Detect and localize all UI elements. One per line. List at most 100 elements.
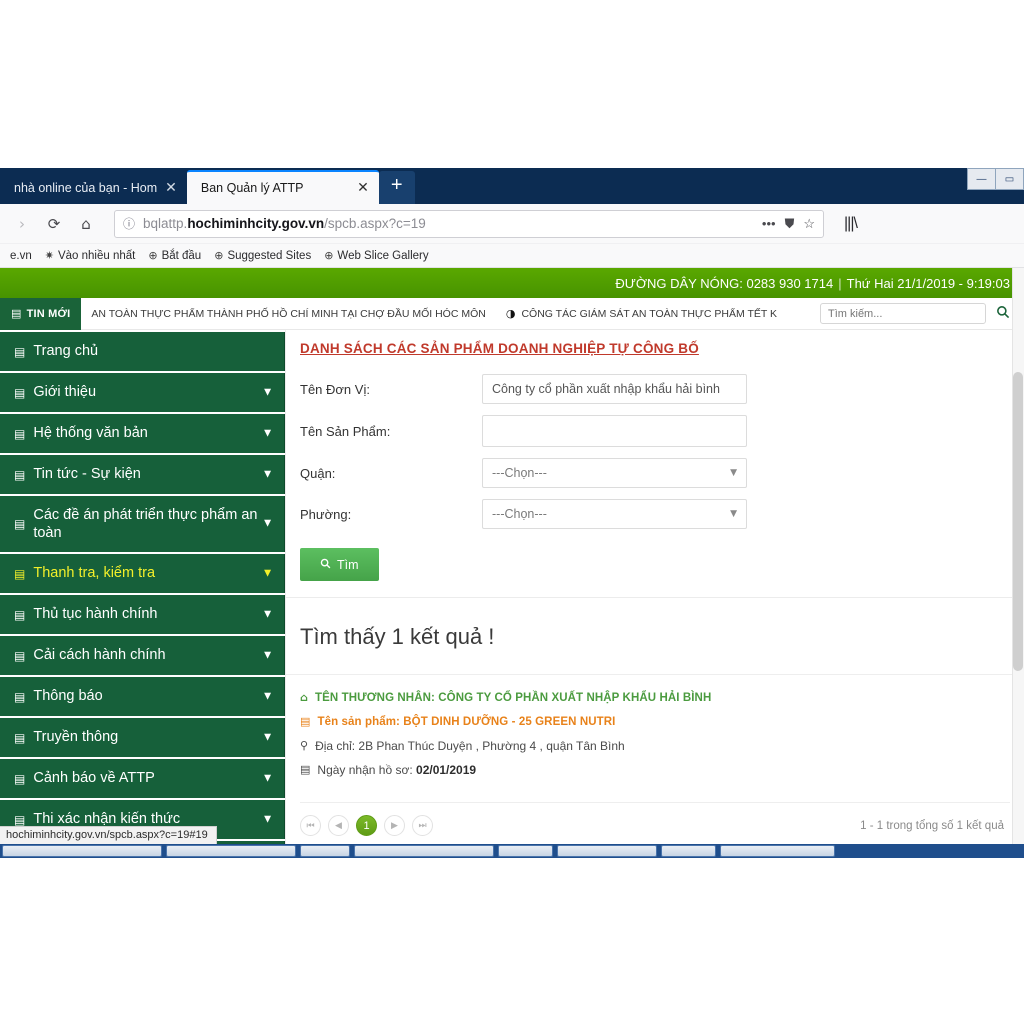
list-icon: ▤	[14, 467, 26, 482]
sidebar-item-label: Tin tức - Sự kiện	[33, 466, 141, 483]
sidebar-item-cai-cach-hanh-chinh[interactable]: ▤ Cải cách hành chính ▼	[0, 636, 285, 675]
unit-input[interactable]	[482, 374, 747, 404]
news-ticker-bar: ▤ TIN MỚI AN TOÀN THỰC PHẨM THÀNH PHỐ HỒ…	[0, 297, 1024, 330]
hotline-separator: |	[838, 275, 842, 291]
browser-tab-strip: nhà online của bạn - Hom ✕ Ban Quản lý A…	[0, 168, 1024, 204]
pagination-info: 1 - 1 trong tổng số 1 kết quả	[860, 819, 1004, 832]
sidebar-item-thong-bao[interactable]: ▤ Thông báo ▼	[0, 677, 285, 716]
browser-tab-inactive[interactable]: nhà online của bạn - Hom ✕	[0, 171, 187, 204]
search-submit-button[interactable]: Tìm	[300, 548, 379, 581]
page-scrollbar-thumb[interactable]	[1013, 371, 1023, 672]
pagination-next[interactable]: ▶	[384, 815, 405, 837]
library-icon[interactable]: |||\	[844, 215, 858, 233]
page-title[interactable]: DANH SÁCH CÁC SẢN PHẨM DOANH NGHIỆP TỰ C…	[300, 341, 699, 356]
bookmark-label: Vào nhiều nhất	[57, 249, 136, 262]
pagination-first[interactable]: ⏮	[300, 815, 321, 837]
bookmark-item-most-visited[interactable]: ✷ Vào nhiều nhất	[45, 249, 136, 262]
news-badge[interactable]: ▤ TIN MỚI	[0, 297, 82, 330]
search-form-section: DANH SÁCH CÁC SẢN PHẨM DOANH NGHIỆP TỰ C…	[286, 330, 1024, 597]
forward-arrow-icon[interactable]: ›	[8, 210, 36, 238]
chevron-down-icon: ▼	[264, 427, 271, 438]
calendar-icon: ▤	[300, 763, 311, 777]
product-input[interactable]	[482, 415, 747, 447]
main-content: DANH SÁCH CÁC SẢN PHẨM DOANH NGHIỆP TỰ C…	[285, 330, 1024, 844]
minimize-button[interactable]: —	[967, 168, 996, 190]
close-icon[interactable]: ✕	[165, 181, 177, 195]
home-icon[interactable]: ⌂	[72, 210, 100, 238]
taskbar-item[interactable]	[2, 845, 162, 857]
search-icon[interactable]	[996, 305, 1010, 323]
sidebar-item-trang-chu[interactable]: ▤ Trang chủ	[0, 332, 285, 371]
close-icon[interactable]: ✕	[357, 181, 369, 195]
address-bar[interactable]: ⓘ bqlattp.hochiminhcity.gov.vn/spcb.aspx…	[114, 209, 824, 238]
bookmark-item[interactable]: e.vn	[6, 250, 32, 262]
ticker-headline-text: AN TOÀN THỰC PHẨM THÀNH PHỐ HỒ CHÍ MINH …	[91, 307, 486, 320]
maximize-button[interactable]: ▭	[995, 168, 1024, 190]
reload-icon[interactable]: ⟳	[40, 210, 68, 238]
list-icon: ▤	[14, 648, 26, 663]
windows-taskbar	[0, 844, 1024, 858]
taskbar-item[interactable]	[498, 845, 553, 857]
taskbar-item[interactable]	[720, 845, 835, 857]
taskbar-item[interactable]	[300, 845, 350, 857]
bookmark-item-getting-started[interactable]: ⊕ Bắt đầu	[148, 249, 201, 262]
chevron-down-icon: ▼	[730, 509, 737, 519]
bookmark-item-web-slice-gallery[interactable]: ⊕ Web Slice Gallery	[324, 249, 428, 262]
shield-icon[interactable]: ⛊	[785, 216, 795, 232]
taskbar-item[interactable]	[661, 845, 716, 857]
site-info-icon[interactable]: ⓘ	[123, 215, 135, 232]
list-icon: ▤	[14, 607, 26, 622]
bookmark-label: e.vn	[10, 249, 32, 262]
ticker-headline-1[interactable]: AN TOÀN THỰC PHẨM THÀNH PHỐ HỒ CHÍ MINH …	[81, 308, 495, 320]
sidebar-item-he-thong-van-ban[interactable]: ▤ Hệ thống văn bản ▼	[0, 414, 285, 453]
chevron-down-icon: ▼	[264, 468, 271, 479]
taskbar-item[interactable]	[557, 845, 657, 857]
browser-tab-active[interactable]: Ban Quản lý ATTP ✕	[186, 170, 379, 204]
ticker-headline-text: CÔNG TÁC GIÁM SÁT AN TOÀN THỰC PHẨM TẾT …	[521, 307, 778, 320]
sidebar-item-gioi-thieu[interactable]: ▤ Giới thiệu ▼	[0, 373, 285, 412]
search-submit-label: Tìm	[337, 557, 359, 572]
pagination-prev[interactable]: ◀	[328, 815, 349, 837]
sidebar-item-label: Thông báo	[33, 688, 103, 705]
ticker-headline-2[interactable]: ◑ CÔNG TÁC GIÁM SÁT AN TOÀN THỰC PHẨM TẾ…	[496, 307, 787, 320]
bookmark-star-icon[interactable]: ☆	[803, 216, 815, 232]
search-input[interactable]	[820, 303, 986, 324]
ward-select[interactable]: ---Chọn--- ▼	[482, 499, 747, 529]
result-address: ⚲ Địa chỉ: 2B Phan Thúc Duyện , Phường 4…	[300, 739, 1010, 755]
list-icon: ▤	[14, 812, 26, 827]
page-scrollbar[interactable]	[1012, 268, 1024, 844]
chevron-down-icon: ▼	[264, 813, 271, 824]
sidebar-item-canh-bao-ve-attp[interactable]: ▤ Cảnh báo về ATTP ▼	[0, 759, 285, 798]
taskbar-item[interactable]	[354, 845, 494, 857]
window-controls: — ▭	[967, 168, 1024, 192]
sidebar-item-cac-de-an[interactable]: ▤ Các đề án phát triển thực phẩm an toàn…	[0, 496, 285, 552]
gear-icon: ✷	[44, 249, 54, 262]
chevron-down-icon: ▼	[730, 468, 737, 478]
results-heading: Tìm thấy 1 kết quả !	[286, 598, 1024, 675]
sidebar-item-thu-tuc-hanh-chinh[interactable]: ▤ Thủ tục hành chính ▼	[0, 595, 285, 634]
sidebar-item-thanh-tra-kiem-tra[interactable]: ▤ Thanh tra, kiểm tra ▼	[0, 554, 285, 593]
half-circle-icon: ◑	[505, 307, 516, 320]
page-actions-icon[interactable]: •••	[762, 216, 776, 231]
chevron-down-icon: ▼	[264, 567, 271, 578]
district-select[interactable]: ---Chọn--- ▼	[482, 458, 747, 488]
new-tab-button[interactable]: +	[378, 171, 415, 204]
pagination-page-1[interactable]: 1	[356, 815, 377, 837]
result-product: ▤ Tên sản phẩm: BỘT DINH DƯỠNG - 25 GREE…	[300, 715, 1010, 730]
pagination-bar: ⏮ ◀ 1 ▶ ⏭ 1 - 1 trong tổng số 1 kết quả	[300, 802, 1010, 844]
sidebar-item-tin-tuc-su-kien[interactable]: ▤ Tin tức - Sự kiện ▼	[0, 455, 285, 494]
result-product-text: Tên sản phẩm: BỘT DINH DƯỠNG - 25 GREEN …	[317, 715, 616, 728]
hotline-label: ĐƯỜNG DÂY NÓNG:	[615, 275, 743, 291]
list-icon: ▤	[14, 566, 26, 581]
pagination-last[interactable]: ⏭	[412, 815, 433, 837]
sidebar-item-label: Thủ tục hành chính	[33, 606, 158, 623]
home-icon: ⌂	[300, 691, 308, 704]
ward-label: Phường:	[300, 506, 352, 522]
sidebar-navigation: ▤ Trang chủ ▤ Giới thiệu ▼ ▤ Hệ thống vă…	[0, 330, 285, 844]
sidebar-item-truyen-thong[interactable]: ▤ Truyền thông ▼	[0, 718, 285, 757]
taskbar-item[interactable]	[166, 845, 296, 857]
search-icon	[320, 558, 331, 572]
result-merchant-text: TÊN THƯƠNG NHÂN: CÔNG TY CỔ PHẦN XUẤT NH…	[314, 692, 712, 704]
pagination-controls: ⏮ ◀ 1 ▶ ⏭	[300, 815, 433, 837]
bookmark-item-suggested-sites[interactable]: ⊕ Suggested Sites	[214, 249, 311, 262]
